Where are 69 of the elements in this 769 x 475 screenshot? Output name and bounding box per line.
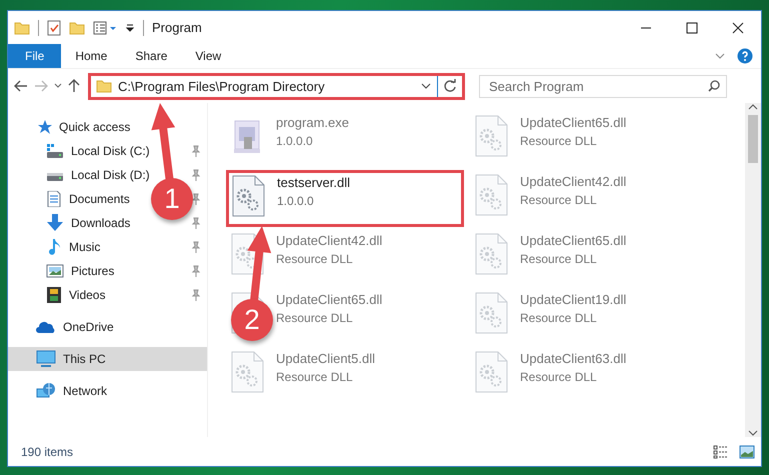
file-name: UpdateClient65.dll xyxy=(276,292,382,307)
sidebar-item[interactable]: Videos xyxy=(46,283,110,307)
file-name: UpdateClient65.dll xyxy=(520,115,626,130)
scroll-thumb[interactable] xyxy=(748,115,758,163)
file-name: UpdateClient19.dll xyxy=(520,292,626,307)
sidebar-item[interactable]: Music xyxy=(46,235,104,259)
selected-file-frame[interactable]: testserver.dll 1.0.0.0 xyxy=(226,170,464,227)
monitor-icon xyxy=(36,350,56,368)
address-bar[interactable]: C:\Program Files\Program Directory xyxy=(88,72,465,100)
ribbon-tab[interactable]: Home xyxy=(61,44,122,68)
drive-icon xyxy=(46,143,64,159)
file-detail: Resource DLL xyxy=(276,252,354,266)
help-icon[interactable] xyxy=(737,48,753,64)
picture-icon xyxy=(46,264,64,278)
recent-dropdown-icon[interactable] xyxy=(54,83,62,89)
sidebar-item[interactable]: Quick access xyxy=(36,115,134,139)
file-name: program.exe xyxy=(276,115,349,130)
sidebar-item[interactable]: Downloads xyxy=(46,211,134,235)
network-icon xyxy=(36,382,56,400)
close-icon[interactable] xyxy=(732,22,744,34)
film-icon xyxy=(46,286,62,304)
sidebar-item[interactable]: OneDrive xyxy=(36,315,118,339)
sidebar-item[interactable]: Local Disk (D:) xyxy=(46,163,154,187)
sidebar-item[interactable]: Documents xyxy=(46,187,134,211)
file-detail: Resource DLL xyxy=(520,134,598,148)
ribbon-tab[interactable]: Share xyxy=(121,44,182,68)
tiles-view-icon[interactable] xyxy=(739,444,755,458)
file-detail: Resource DLL xyxy=(276,311,354,325)
expand-ribbon-icon[interactable] xyxy=(715,52,725,60)
properties-icon[interactable] xyxy=(47,20,61,36)
file-name: testserver.dll xyxy=(277,175,350,190)
file-detail: Resource DLL xyxy=(520,311,598,325)
search-field[interactable]: Search Program xyxy=(479,74,727,98)
file-detail: Resource DLL xyxy=(276,370,354,384)
file-name: UpdateClient42.dll xyxy=(520,174,626,189)
file-name: UpdateClient65.dll xyxy=(520,233,626,248)
file-detail: Resource DLL xyxy=(520,252,598,266)
folder-icon xyxy=(96,79,112,93)
ribbon-tab[interactable]: View xyxy=(181,44,236,68)
scroll-down-icon[interactable] xyxy=(748,429,758,437)
scrollbar[interactable] xyxy=(745,103,761,437)
sidebar-item[interactable]: Pictures xyxy=(46,259,118,283)
search-icon xyxy=(708,80,720,92)
file-menu-button[interactable]: File xyxy=(8,44,62,68)
item-count: 190 items xyxy=(21,444,74,458)
details-view-icon[interactable] xyxy=(713,444,729,458)
file-detail: Resource DLL xyxy=(520,193,598,207)
file-detail: 1.0.0.0 xyxy=(276,134,314,148)
window-title: Program xyxy=(152,20,202,35)
scroll-up-icon[interactable] xyxy=(748,103,758,111)
file-detail: Resource DLL xyxy=(520,370,598,384)
file-detail: 1.0.0.0 xyxy=(277,194,315,208)
cloud-icon xyxy=(36,320,56,334)
sidebar-item[interactable]: Local Disk (C:) xyxy=(46,139,154,163)
file-name: UpdateClient5.dll xyxy=(276,351,376,366)
star-icon xyxy=(36,119,52,135)
dropdown-chevron-icon[interactable] xyxy=(421,83,431,89)
document-icon xyxy=(46,191,62,207)
up-arrow-icon[interactable] xyxy=(68,79,80,93)
download-arrow-icon xyxy=(46,214,64,232)
file-name: UpdateClient63.dll xyxy=(520,351,626,366)
file-name: UpdateClient42.dll xyxy=(276,233,382,248)
maximize-icon[interactable] xyxy=(686,22,698,34)
refresh-icon xyxy=(443,79,457,93)
view-dropdown-icon[interactable] xyxy=(93,20,117,34)
sidebar-item[interactable]: Network xyxy=(36,379,112,403)
back-arrow-icon[interactable] xyxy=(14,80,28,92)
customize-dropdown-icon[interactable] xyxy=(125,22,135,32)
music-note-icon xyxy=(46,238,62,256)
